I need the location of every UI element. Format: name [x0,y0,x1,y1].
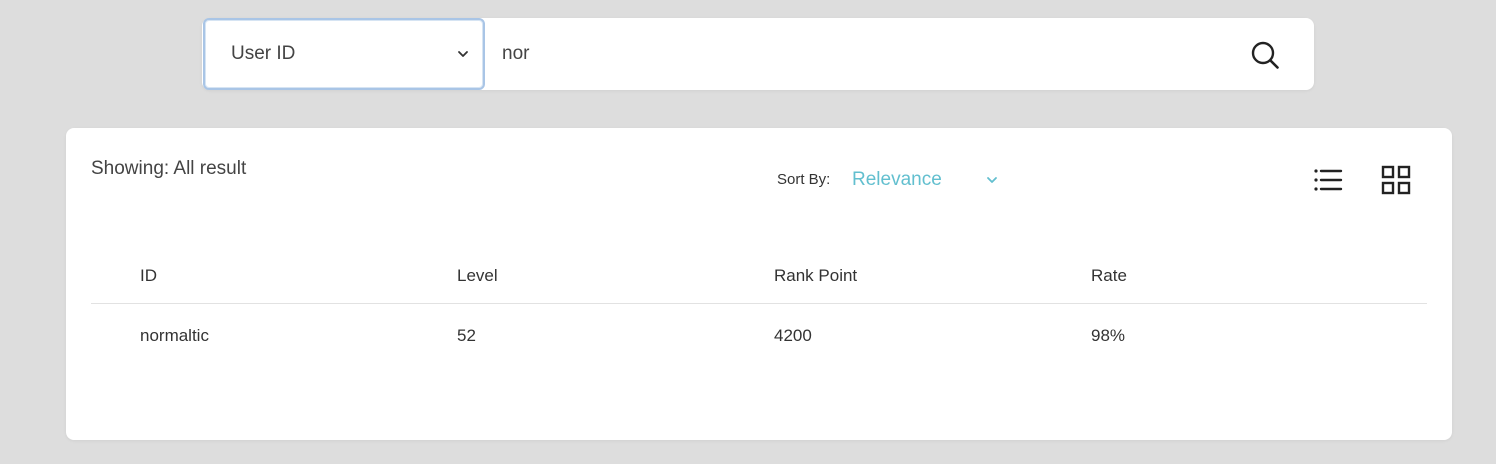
results-panel: Showing: All result Sort By: Relevance I… [66,128,1452,440]
table-row[interactable]: normaltic 52 4200 98% [91,304,1427,366]
column-header-rate[interactable]: Rate [1091,266,1127,286]
column-header-id[interactable]: ID [140,266,157,286]
list-view-icon[interactable] [1313,166,1343,194]
search-icon[interactable] [1250,40,1280,70]
results-table: ID Level Rank Point Rate normaltic 52 42… [91,258,1427,366]
search-input[interactable] [502,40,1202,68]
cell-id: normaltic [140,326,209,345]
column-header-level[interactable]: Level [457,266,498,286]
chevron-down-icon [458,51,468,57]
cell-level: 52 [457,326,476,345]
grid-view-icon[interactable] [1381,165,1411,195]
showing-text: Showing: All result [91,158,247,179]
search-field-select-value: User ID [231,43,296,64]
search-bar: User ID [202,18,1314,90]
sort-label: Sort By: [777,171,831,188]
sort-select[interactable]: Relevance [852,166,1002,194]
cell-rank-point: 4200 [774,326,812,345]
column-header-rank-point[interactable]: Rank Point [774,266,857,286]
chevron-down-icon [987,177,997,183]
table-header-row: ID Level Rank Point Rate [91,258,1427,304]
sort-value: Relevance [852,169,942,190]
search-field-select[interactable]: User ID [203,18,485,90]
cell-rate: 98% [1091,326,1126,345]
